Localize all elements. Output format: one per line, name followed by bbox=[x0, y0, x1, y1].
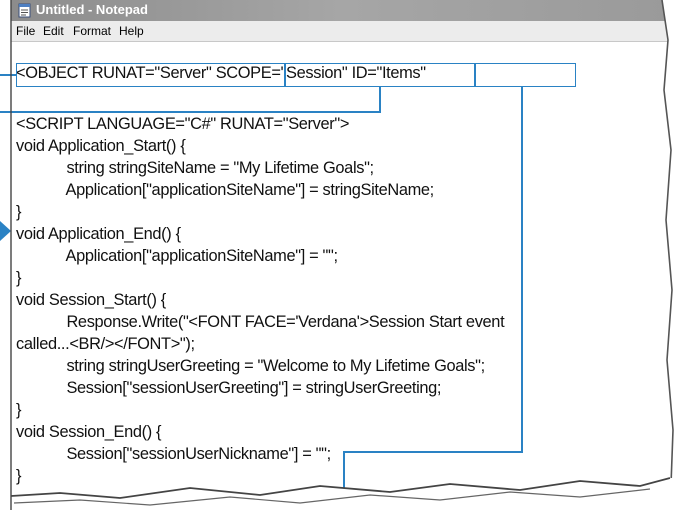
menu-file[interactable]: File bbox=[16, 24, 35, 38]
code-line: void Application_End() { bbox=[16, 225, 181, 243]
code-line: Session["sessionUserGreeting"] = stringU… bbox=[16, 379, 442, 397]
code-line: <SCRIPT LANGUAGE="C#" RUNAT="Server"> bbox=[16, 115, 350, 133]
notepad-icon bbox=[18, 3, 31, 18]
menu-edit[interactable]: Edit bbox=[43, 24, 64, 38]
callout-arrow-icon bbox=[0, 221, 11, 241]
id-callout-line-horizontal bbox=[343, 451, 523, 453]
title-bar[interactable]: Untitled - Notepad bbox=[11, 0, 673, 21]
code-line: Application["applicationSiteName"] = str… bbox=[16, 181, 435, 199]
menu-format[interactable]: Format bbox=[73, 24, 111, 38]
code-line: Session["sessionUserNickname"] = ""; bbox=[16, 445, 331, 463]
window-title: Untitled - Notepad bbox=[36, 2, 148, 17]
code-line: void Session_Start() { bbox=[16, 291, 166, 309]
id-highlight-box bbox=[475, 63, 576, 87]
code-line: Application["applicationSiteName"] = ""; bbox=[16, 247, 339, 265]
code-line: } bbox=[16, 269, 22, 287]
code-line: called...<BR/></FONT>"); bbox=[16, 335, 195, 353]
code-line: string stringUserGreeting = "Welcome to … bbox=[16, 357, 485, 375]
code-line: void Application_Start() { bbox=[16, 137, 186, 155]
menu-bar: File Edit Format Help bbox=[11, 21, 673, 42]
code-line: } bbox=[16, 203, 22, 221]
code-line: } bbox=[16, 401, 22, 419]
scope-callout-line-vertical bbox=[379, 87, 381, 112]
scope-callout-line-horizontal bbox=[0, 111, 381, 113]
runat-highlight-box bbox=[16, 63, 285, 87]
id-callout-line-down bbox=[343, 451, 345, 512]
code-line: Response.Write("<FONT FACE='Verdana'>Ses… bbox=[16, 313, 505, 331]
menu-help[interactable]: Help bbox=[119, 24, 144, 38]
runat-callout-line bbox=[0, 74, 16, 76]
id-callout-line-vertical bbox=[521, 87, 523, 453]
code-line: void Session_End() { bbox=[16, 423, 162, 441]
code-line: string stringSiteName = "My Lifetime Goa… bbox=[16, 159, 374, 177]
scope-highlight-box bbox=[285, 63, 475, 87]
code-line: } bbox=[16, 467, 22, 485]
